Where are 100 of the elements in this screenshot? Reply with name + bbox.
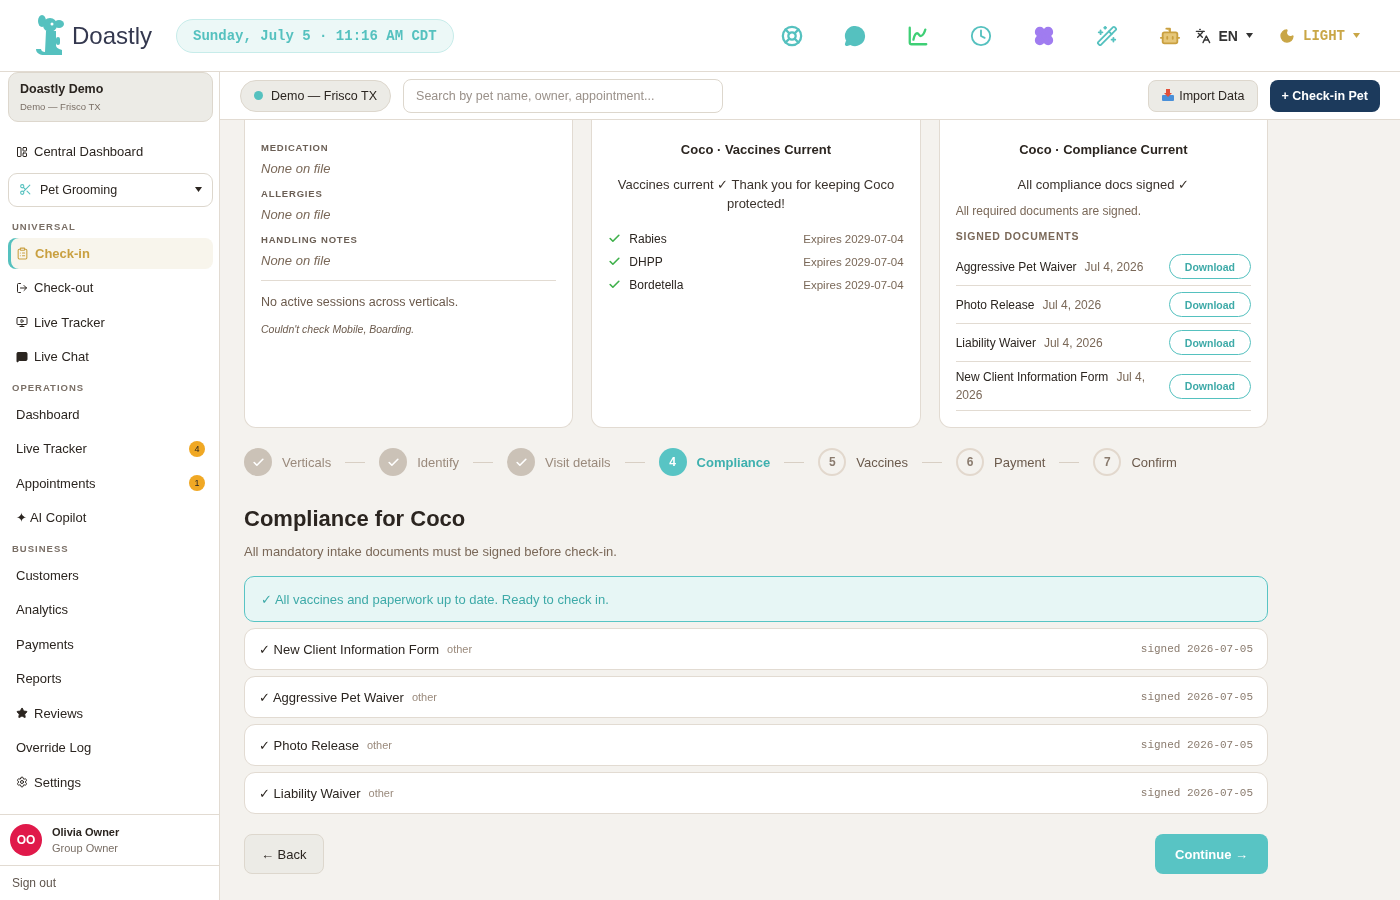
summary-text: All required documents are signed. [955,204,1143,218]
document-type: other [447,643,473,655]
vaccine-expiry: Expires 2029-07-04 [803,278,904,291]
field-value: None on file [261,161,332,176]
page-subtitle: All mandatory intake documents must be signed before check-in. [244,544,618,559]
document-entry: Photo Release Jul 4, 2026 [955,296,1103,314]
import-button[interactable]: Import Data [1148,79,1258,112]
sidebar-item[interactable]: Customers [8,559,213,591]
clock-icon[interactable] [969,24,992,47]
user-name: Olivia Owner [52,826,120,838]
magic-wand-icon[interactable] [1095,24,1118,47]
sidebar-item[interactable]: Appointments 1 [8,467,213,499]
field-value: None on file [261,207,332,222]
clipboard-icon [16,246,29,260]
lifebuoy-icon[interactable] [780,24,803,47]
count-badge: 4 [189,440,205,457]
sessions-text: No active sessions across verticals. [261,295,460,309]
sidebar-item[interactable]: Payments [8,628,213,660]
field-label: HANDLING NOTES [261,234,359,245]
document-entry: Aggressive Pet Waiver Jul 4, 2026 [955,258,1145,276]
signed-date: signed 2026-07-05 [1140,691,1253,703]
vaccine-expiry: Expires 2029-07-04 [803,232,904,245]
vaccine-expiry: Expires 2029-07-04 [803,255,904,268]
count-badge: 1 [189,475,205,491]
sidebar-item[interactable]: Central Dashboard [8,136,213,167]
field-label: MEDICATION [261,142,330,153]
card-message: All compliance docs signed ✓ [1016,176,1191,194]
document-entry: Liability Waiver Jul 4, 2026 [955,334,1104,352]
signed-date: signed 2026-07-05 [1140,643,1253,655]
back-button[interactable]: ← Back [244,834,324,874]
workspace-location: Demo — Frisco TX [20,101,102,112]
workspace-card[interactable]: Doastly Demo Demo — Frisco TX [8,72,213,122]
star-icon [16,707,28,719]
signed-date: signed 2026-07-05 [1140,787,1253,799]
scissors-icon [19,183,32,196]
monitor-icon [16,316,28,328]
section-title: BUSINESS [12,542,70,554]
vertical-select[interactable]: Pet Grooming [8,172,213,207]
document-type: other [368,787,394,799]
chart-icon[interactable] [906,24,929,47]
sidebar-item[interactable]: Live Tracker 4 [8,433,213,464]
sign-out-link[interactable]: Sign out [0,865,219,900]
translate-icon [1194,27,1211,44]
sidebar-item[interactable]: Live Tracker [8,306,213,338]
vaccine-name: Rabies [629,231,667,246]
vaccine-name: DHPP [629,254,663,269]
sidebar-item[interactable]: Live Chat [8,341,213,372]
document-name: ✓ Liability Waiver [259,785,361,801]
field-label: ALLERGIES [261,188,324,199]
document-name: ✓ New Client Information Form [259,641,440,657]
step-label[interactable]: Payment [994,454,1046,470]
check-icon [608,232,622,245]
sidebar-item[interactable]: Override Log [8,732,213,763]
chat-icon[interactable] [843,24,866,47]
user-avatar: OO [10,824,42,856]
status-banner: ✓ All vaccines and paperwork up to date. Ready to check in. [244,576,1268,622]
language-selector[interactable]: EN [1188,26,1259,45]
step-number: 7 [1093,448,1122,476]
card-message: Vaccines current ✓ Thank you for keeping Coco protected! [616,176,896,213]
sidebar-item[interactable]: Analytics [8,594,213,625]
dashboard-icon [16,145,28,158]
check-icon [608,255,622,268]
caret-icon [195,187,202,192]
tray-icon [1161,89,1176,102]
settings-icon [16,776,28,788]
logo-text: Doastly [72,21,153,50]
location-pill[interactable]: Demo — Frisco TX [240,79,392,112]
step-label[interactable]: Confirm [1131,454,1177,470]
step-label[interactable]: Vaccines [856,454,909,470]
user-role: Group Owner [52,842,120,854]
step-number: 4 [658,448,687,476]
section-title: SIGNED DOCUMENTS [955,230,1081,242]
sidebar-item[interactable]: Settings [8,766,213,798]
document-type: other [411,691,437,703]
signed-date: signed 2026-07-05 [1140,739,1253,751]
sidebar-item[interactable]: Dashboard [8,398,213,430]
caret-icon [1246,33,1253,38]
section-title: UNIVERSAL [12,220,77,232]
chat-icon [16,350,28,363]
workspace-name: Doastly Demo [20,82,105,96]
document-name: ✓ Aggressive Pet Waiver [259,689,404,705]
step-number: 6 [956,448,985,476]
sidebar-item[interactable]: Check-out [8,272,213,303]
flower-icon[interactable] [1032,24,1055,47]
check-icon [608,278,622,291]
vaccine-name: Bordetella [629,277,684,292]
page-title: Compliance for Coco [244,506,467,532]
date-time-pill: Sunday, July 5 · 11:16 AM CDT [176,18,454,53]
document-entry: New Client Information Form Jul 4, 2026 [955,369,1147,404]
search-field[interactable]: Search by pet name, owner, appointment... [403,78,724,113]
check-in-button[interactable]: + Check-in Pet [1269,79,1380,112]
document-name: ✓ Photo Release [259,737,359,753]
moon-icon [1279,27,1295,44]
card-title: Coco · Vaccines Current [679,142,833,157]
step-number: 5 [818,448,847,476]
section-title: OPERATIONS [12,381,86,393]
field-value: None on file [261,253,332,268]
sidebar-item[interactable]: ✦ AI Copilot [8,502,213,533]
sidebar-item[interactable]: Reviews [8,697,213,729]
sidebar-item[interactable]: Reports [8,663,213,694]
